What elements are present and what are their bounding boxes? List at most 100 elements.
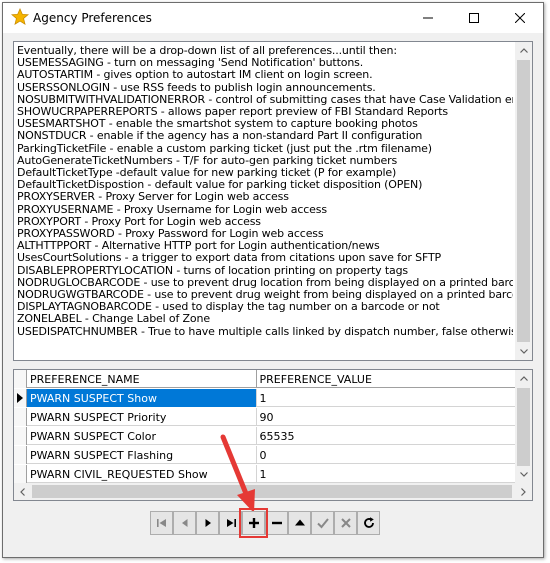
scroll-down-button[interactable] <box>515 343 532 360</box>
help-text-line: PROXYPORT - Proxy Port for Login web acc… <box>17 215 261 228</box>
close-icon <box>515 13 525 23</box>
help-text-line: SHOWUCRPAPERREPORTS - allows paper repor… <box>17 106 448 119</box>
minimize-icon <box>423 17 433 19</box>
table-row[interactable]: PWARN SUSPECT Show 1 <box>14 389 516 407</box>
help-text-line: DISPLAYTAGNOBARCODE - used to display th… <box>17 301 440 314</box>
row-indicator[interactable] <box>14 408 27 426</box>
window-title: Agency Preferences <box>33 11 152 25</box>
plus-icon <box>248 518 259 528</box>
column-header-preference-name[interactable]: PREFERENCE_NAME <box>27 370 257 388</box>
grid-corner <box>14 370 27 388</box>
post-edit-button[interactable] <box>311 511 334 535</box>
maximize-icon <box>469 13 479 23</box>
refresh-icon <box>363 517 374 528</box>
insert-record-button[interactable] <box>239 508 268 538</box>
column-header-preference-value[interactable]: PREFERENCE_VALUE <box>257 370 516 388</box>
chevron-down-icon <box>519 472 528 477</box>
maximize-button[interactable] <box>451 3 497 33</box>
cell-preference-name[interactable]: PWARN SUSPECT Flashing <box>27 446 257 464</box>
cell-preference-value[interactable]: 1 <box>257 389 516 407</box>
edit-icon <box>294 519 305 526</box>
help-text-line: NOSUBMITWITHVALIDATIONERROR - control of… <box>17 93 513 106</box>
minimize-button[interactable] <box>405 3 451 33</box>
cell-preference-name[interactable]: PWARN CIVIL_REQUESTED Show <box>27 465 257 483</box>
close-button[interactable] <box>497 3 543 33</box>
chevron-left-icon <box>20 487 25 496</box>
row-indicator[interactable] <box>14 427 27 445</box>
db-navigator <box>150 508 380 538</box>
delete-record-button[interactable] <box>265 511 288 535</box>
last-record-button[interactable] <box>219 511 242 535</box>
cancel-edit-button[interactable] <box>334 511 357 535</box>
grid-hscroll-thumb[interactable] <box>32 485 512 498</box>
next-icon <box>205 519 211 527</box>
grid-horizontal-scrollbar[interactable] <box>14 483 532 500</box>
help-text-line: USESMARTSHOT - enable the smartshot syst… <box>17 118 418 131</box>
first-icon <box>156 519 166 527</box>
help-text-line: NONSTDUCR - enable if the agency has a n… <box>17 130 423 143</box>
chevron-up-icon <box>519 48 528 53</box>
grid-scroll-right-button[interactable] <box>515 483 532 500</box>
table-row[interactable]: PWARN SUSPECT Color 65535 <box>14 427 516 445</box>
refresh-button[interactable] <box>357 511 380 535</box>
help-text-line: NODRUGWGTBARCODE - use to prevent drug w… <box>17 289 513 302</box>
help-text-line: DefaultTicketDispostion - default value … <box>17 179 423 192</box>
cancel-icon <box>340 518 351 528</box>
help-text-line: USERSSONLOGIN - use RSS feeds to publish… <box>17 81 376 94</box>
help-text-line: PROXYUSERNAME - Proxy Username for Login… <box>17 203 327 216</box>
grid-scroll-left-button[interactable] <box>14 483 31 500</box>
row-indicator[interactable] <box>14 446 27 464</box>
minus-icon <box>271 521 282 525</box>
row-indicator[interactable] <box>14 465 27 483</box>
current-row-arrow-icon <box>17 393 23 403</box>
last-icon <box>226 519 236 527</box>
cell-preference-value[interactable]: 90 <box>257 408 516 426</box>
edit-record-button[interactable] <box>288 511 311 535</box>
grid-header: PREFERENCE_NAME PREFERENCE_VALUE <box>14 370 516 388</box>
chevron-down-icon <box>519 349 528 354</box>
help-text-line: PROXYPASSWORD - Proxy Password for Login… <box>17 228 324 241</box>
cell-preference-name[interactable]: PWARN SUSPECT Color <box>27 427 257 445</box>
grid-vertical-scrollbar[interactable] <box>515 370 532 483</box>
prior-icon <box>181 519 187 527</box>
grid-scroll-thumb[interactable] <box>517 388 530 466</box>
scroll-up-button[interactable] <box>515 42 532 59</box>
check-icon <box>316 518 329 529</box>
prior-record-button[interactable] <box>173 511 196 535</box>
cell-preference-value[interactable]: 0 <box>257 446 516 464</box>
help-text-line: DefaultTicketType -default value for new… <box>17 167 397 180</box>
help-text-line: AutoGenerateTicketNumbers - T/F for auto… <box>17 154 398 167</box>
next-record-button[interactable] <box>196 511 219 535</box>
row-indicator[interactable] <box>14 389 27 407</box>
help-text-line: PROXYSERVER - Proxy Server for Login web… <box>17 191 289 204</box>
help-text-line: ALTHTTPPORT - Alternative HTTP port for … <box>17 240 380 253</box>
scroll-thumb[interactable] <box>517 60 530 342</box>
help-text-line: AUTOSTARTIM - gives option to autostart … <box>17 69 373 82</box>
star-icon <box>11 8 29 25</box>
table-row[interactable]: PWARN SUSPECT Priority 90 <box>14 408 516 426</box>
chevron-up-icon <box>519 376 528 381</box>
help-text-line: UsesCourtSolutions - a trigger to export… <box>17 252 442 265</box>
table-row[interactable]: PWARN SUSPECT Flashing 0 <box>14 446 516 464</box>
help-text-line: DISABLEPROPERTYLOCATION - turns of locat… <box>17 264 409 277</box>
cell-preference-value[interactable]: 1 <box>257 465 516 483</box>
memo-vertical-scrollbar[interactable] <box>515 42 532 360</box>
preferences-help-memo[interactable]: Eventually, there will be a drop-down li… <box>13 41 533 361</box>
help-text-line: ZONELABEL - Change Label of Zone <box>17 313 210 326</box>
first-record-button[interactable] <box>150 511 173 535</box>
help-text-line: Eventually, there will be a drop-down li… <box>17 45 397 57</box>
cell-preference-name[interactable]: PWARN SUSPECT Show <box>26 389 257 407</box>
help-text-line: ParkingTicketFile - enable a custom park… <box>17 142 432 155</box>
grid-scroll-up-button[interactable] <box>515 370 532 387</box>
help-text-line: USEMESSAGING - turn on messaging 'Send N… <box>17 57 364 70</box>
help-text: Eventually, there will be a drop-down li… <box>17 45 513 338</box>
title-bar[interactable]: Agency Preferences <box>3 3 543 33</box>
table-row[interactable]: PWARN CIVIL_REQUESTED Show 1 <box>14 465 516 483</box>
preferences-grid[interactable]: PREFERENCE_NAME PREFERENCE_VALUE PWARN S… <box>13 369 533 501</box>
cell-preference-value[interactable]: 65535 <box>257 427 516 445</box>
help-text-line: USEDISPATCHNUMBER - True to have multipl… <box>17 325 513 338</box>
chevron-right-icon <box>521 487 526 496</box>
grid-scroll-down-button[interactable] <box>515 466 532 483</box>
cell-preference-name[interactable]: PWARN SUSPECT Priority <box>27 408 257 426</box>
agency-preferences-window: Agency Preferences Eventually, there wil… <box>2 2 544 558</box>
